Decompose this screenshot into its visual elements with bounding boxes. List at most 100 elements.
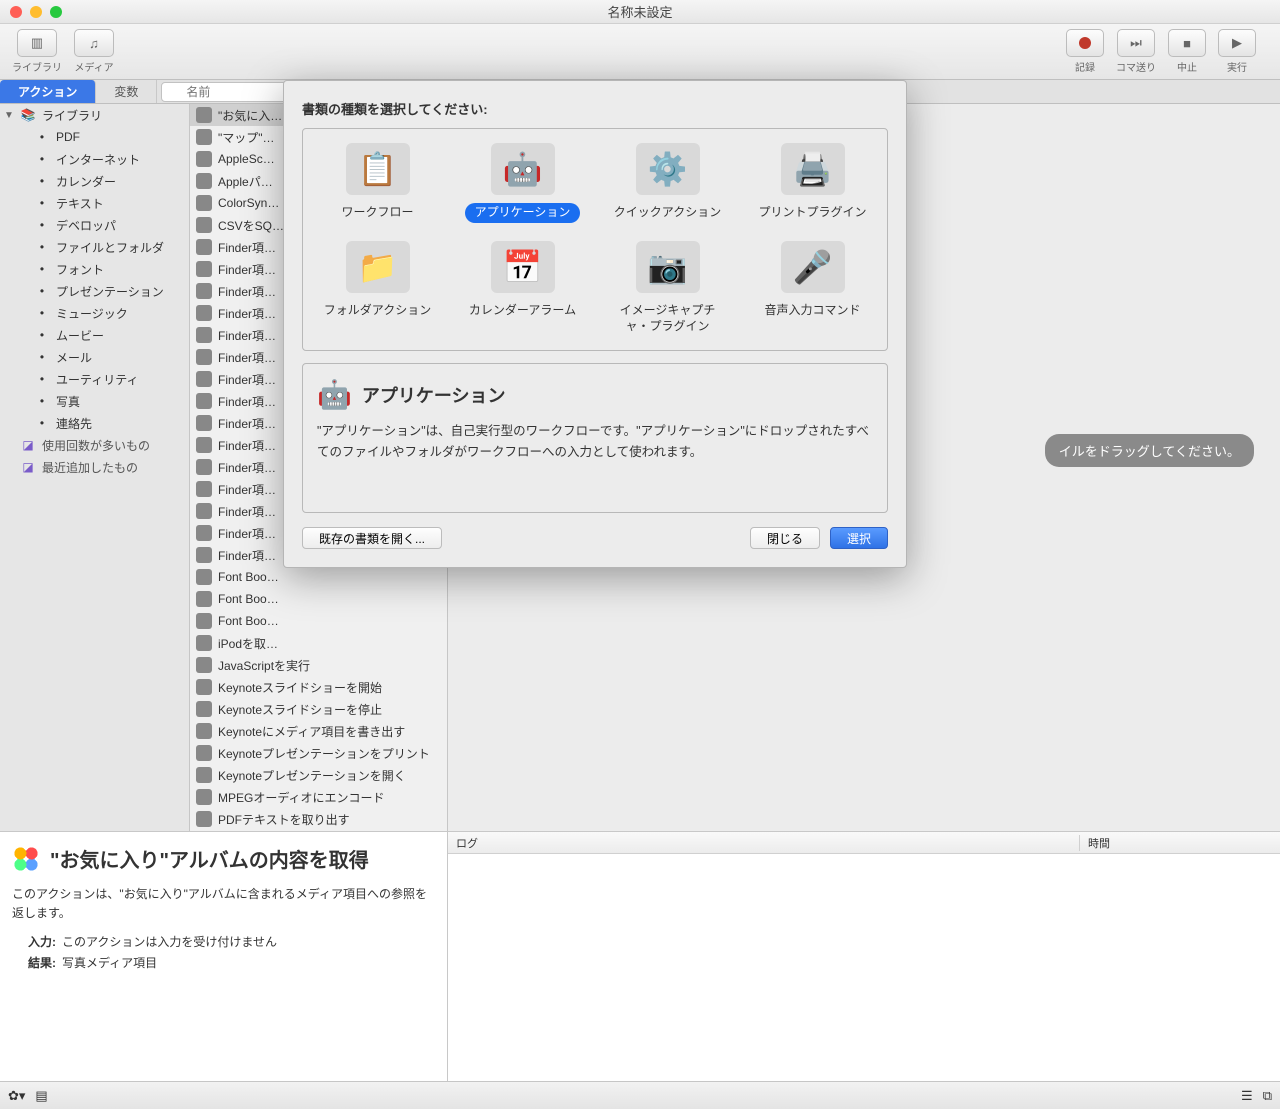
minimize-icon[interactable] xyxy=(30,6,42,18)
action-icon xyxy=(196,327,212,343)
library-label: ライブラリ xyxy=(12,59,62,74)
action-item[interactable]: JavaScriptを実行 xyxy=(190,654,447,676)
modal-desc-title: 🤖アプリケーション xyxy=(317,378,873,411)
drag-hint: イルをドラッグしてください。 xyxy=(1045,434,1254,467)
log-col-time[interactable]: 時間 xyxy=(1080,835,1280,851)
category-icon: • xyxy=(34,217,50,233)
category-list: ▼📚ライブラリ•PDF•インターネット•カレンダー•テキスト•デベロッパ•ファイ… xyxy=(0,104,190,831)
toolbar: ▥ ライブラリ ♫ メディア 記録 ⏭ コマ送り ■ 中止 ▶ 実行 xyxy=(0,24,1280,80)
footer: ✿▾ ▤ ☰ ⧉ xyxy=(0,1081,1280,1109)
close-button[interactable]: 閉じる xyxy=(750,527,820,549)
action-item[interactable]: Keynoteにメディア項目を書き出す xyxy=(190,720,447,742)
open-existing-button[interactable]: 既存の書類を開く... xyxy=(302,527,442,549)
action-icon xyxy=(196,283,212,299)
category-item[interactable]: •フォント xyxy=(0,258,189,280)
run-button[interactable]: ▶ xyxy=(1218,29,1256,57)
step-button[interactable]: ⏭ xyxy=(1117,29,1155,57)
action-item[interactable]: Keynoteスライドショーを開始 xyxy=(190,676,447,698)
doc-type-icon: 📅 xyxy=(491,241,555,293)
category-icon: • xyxy=(34,415,50,431)
zoom-icon[interactable] xyxy=(50,6,62,18)
category-icon: • xyxy=(34,195,50,211)
category-item[interactable]: •テキスト xyxy=(0,192,189,214)
category-item[interactable]: •インターネット xyxy=(0,148,189,170)
action-icon xyxy=(196,591,212,607)
doc-type-item[interactable]: 🖨️ プリントプラグイン xyxy=(744,143,881,223)
library-icon: 📚 xyxy=(20,107,36,123)
media-button[interactable]: ♫ xyxy=(74,29,114,57)
doc-type-icon: 🤖 xyxy=(491,143,555,195)
smart-folder-icon: ◪ xyxy=(20,459,36,475)
action-icon xyxy=(196,371,212,387)
record-button[interactable] xyxy=(1066,29,1104,57)
category-item[interactable]: •ミュージック xyxy=(0,302,189,324)
modal-desc-body: "アプリケーション"は、自己実行型のワークフローです。"アプリケーション"にドロ… xyxy=(317,421,873,464)
category-item[interactable]: •デベロッパ xyxy=(0,214,189,236)
category-item[interactable]: •カレンダー xyxy=(0,170,189,192)
stop-button[interactable]: ■ xyxy=(1168,29,1206,57)
category-item[interactable]: •ムービー xyxy=(0,324,189,346)
smart-category-item[interactable]: ◪使用回数が多いもの xyxy=(0,434,189,456)
step-label: コマ送り xyxy=(1116,59,1156,74)
category-icon: • xyxy=(34,151,50,167)
action-item[interactable]: PDFの注釈を取り出す xyxy=(190,830,447,831)
action-item[interactable]: Font Boo… xyxy=(190,588,447,610)
category-icon: • xyxy=(34,129,50,145)
tab-actions[interactable]: アクション xyxy=(0,80,96,103)
log-col-log[interactable]: ログ xyxy=(448,835,1080,851)
photos-icon xyxy=(12,845,40,873)
doc-type-item[interactable]: 📋 ワークフロー xyxy=(309,143,446,223)
list-view-icon[interactable]: ☰ xyxy=(1241,1088,1253,1104)
action-item[interactable]: iPodを取… xyxy=(190,632,447,654)
action-item[interactable]: PDFテキストを取り出す xyxy=(190,808,447,830)
category-item[interactable]: •ファイルとフォルダ xyxy=(0,236,189,258)
doc-type-icon: 📷 xyxy=(636,241,700,293)
category-item[interactable]: •プレゼンテーション xyxy=(0,280,189,302)
close-icon[interactable] xyxy=(10,6,22,18)
action-icon xyxy=(196,261,212,277)
action-item[interactable]: Keynoteプレゼンテーションをプリント xyxy=(190,742,447,764)
tab-variables[interactable]: 変数 xyxy=(96,80,157,103)
smart-category-item[interactable]: ◪最近追加したもの xyxy=(0,456,189,478)
doc-type-label: プリントプラグイン xyxy=(748,203,876,223)
category-item[interactable]: •メール xyxy=(0,346,189,368)
action-icon xyxy=(196,173,212,189)
doc-type-icon: 📁 xyxy=(346,241,410,293)
category-item[interactable]: •PDF xyxy=(0,126,189,148)
action-item[interactable]: Font Boo… xyxy=(190,566,447,588)
titlebar: 名称未設定 xyxy=(0,0,1280,24)
action-icon xyxy=(196,547,212,563)
results-icon[interactable]: ▤ xyxy=(35,1088,47,1104)
gear-icon[interactable]: ✿▾ xyxy=(8,1088,25,1104)
action-icon xyxy=(196,217,212,233)
doc-type-item[interactable]: 🎤 音声入力コマンド xyxy=(744,241,881,336)
category-item[interactable]: •写真 xyxy=(0,390,189,412)
category-item[interactable]: •連絡先 xyxy=(0,412,189,434)
choose-button[interactable]: 選択 xyxy=(830,527,888,549)
action-item[interactable]: Keynoteスライドショーを停止 xyxy=(190,698,447,720)
play-icon: ▶ xyxy=(1232,35,1242,51)
desc-result: 結果:写真メディア項目 xyxy=(12,954,435,971)
category-item[interactable]: •ユーティリティ xyxy=(0,368,189,390)
doc-type-item[interactable]: ⚙️ クイックアクション xyxy=(599,143,736,223)
doc-type-item[interactable]: 📁 フォルダアクション xyxy=(309,241,446,336)
category-root[interactable]: ▼📚ライブラリ xyxy=(0,104,189,126)
action-item[interactable]: Font Boo… xyxy=(190,610,447,632)
doc-type-item[interactable]: 📷 イメージキャプチャ・プラグイン xyxy=(599,241,736,336)
doc-type-item[interactable]: 📅 カレンダーアラーム xyxy=(454,241,591,336)
action-item[interactable]: MPEGオーディオにエンコード xyxy=(190,786,447,808)
action-icon xyxy=(196,723,212,739)
doc-type-item[interactable]: 🤖 アプリケーション xyxy=(454,143,591,223)
action-icon xyxy=(196,481,212,497)
run-label: 実行 xyxy=(1227,59,1247,74)
smart-folder-icon: ◪ xyxy=(20,437,36,453)
doc-type-label: ワークフロー xyxy=(331,203,423,223)
doc-type-label: カレンダーアラーム xyxy=(459,301,586,321)
doc-type-label: 音声入力コマンド xyxy=(754,301,870,321)
action-icon xyxy=(196,437,212,453)
library-button[interactable]: ▥ xyxy=(17,29,57,57)
action-icon xyxy=(196,393,212,409)
action-item[interactable]: Keynoteプレゼンテーションを開く xyxy=(190,764,447,786)
flow-view-icon[interactable]: ⧉ xyxy=(1263,1088,1272,1104)
media-icon: ♫ xyxy=(89,36,99,51)
